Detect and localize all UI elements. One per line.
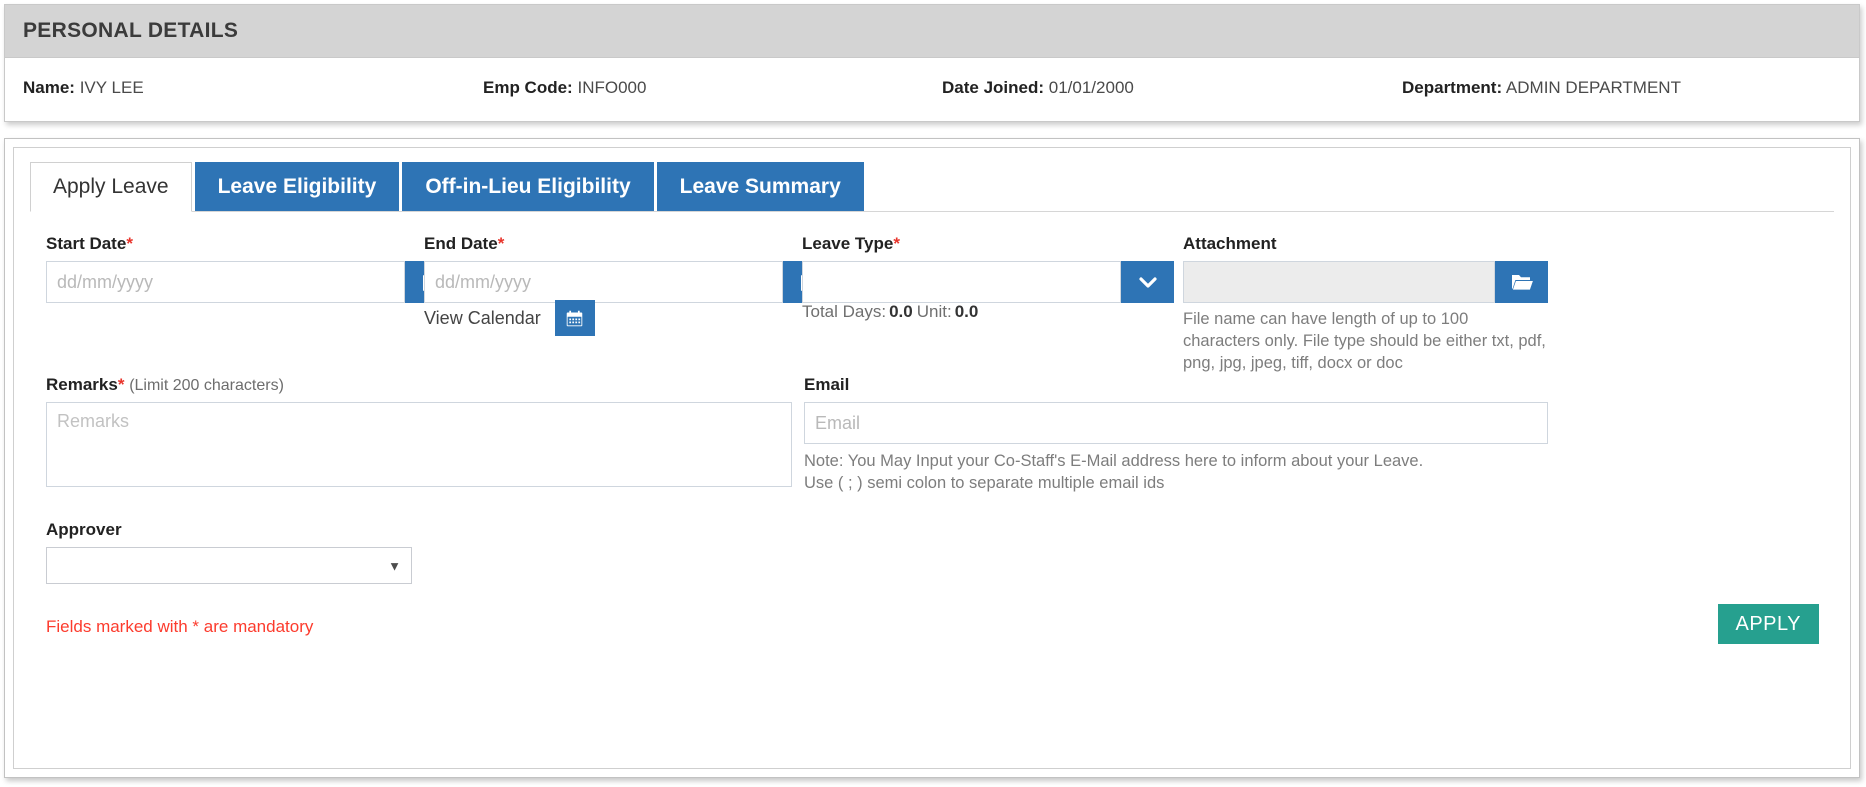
- total-days-label: Total Days:: [802, 302, 887, 321]
- calendar-icon: [565, 309, 584, 328]
- attachment-input-group: [1183, 261, 1548, 303]
- start-date-input[interactable]: [46, 261, 405, 303]
- personal-detail-emp-code-label: Emp Code:: [483, 78, 573, 97]
- unit-label: Unit:: [916, 302, 952, 321]
- end-date-input[interactable]: [424, 261, 783, 303]
- total-days-value: 0.0: [889, 302, 913, 321]
- email-field-group: Email Note: You May Input your Co-Staff'…: [804, 375, 1548, 495]
- personal-detail-department-label: Department:: [1402, 78, 1503, 97]
- tab-bar: Apply Leave Leave Eligibility Off-in-Lie…: [30, 162, 867, 212]
- attachment-browse-button[interactable]: [1495, 261, 1548, 303]
- approver-field-group: Approver ▼: [46, 520, 412, 584]
- leave-tab-panel: Apply Leave Leave Eligibility Off-in-Lie…: [4, 138, 1860, 778]
- start-date-label-text: Start Date: [46, 234, 127, 253]
- personal-detail-name-label: Name:: [23, 78, 75, 97]
- remarks-label: Remarks* (Limit 200 characters): [46, 375, 792, 395]
- apply-leave-form: Start Date* dd/mm/yyyy End Date* dd/mm/y…: [14, 212, 1850, 768]
- personal-details-body: Name: IVY LEE Emp Code: INFO000 Date Joi…: [5, 58, 1859, 121]
- remarks-label-text: Remarks: [46, 375, 118, 394]
- chevron-down-icon: [1136, 270, 1160, 294]
- personal-detail-date-joined-label: Date Joined:: [942, 78, 1045, 97]
- leave-type-label-text: Leave Type: [802, 234, 894, 253]
- caret-down-icon: ▼: [388, 558, 401, 573]
- remarks-field-group: Remarks* (Limit 200 characters): [46, 375, 792, 492]
- email-note: Note: You May Input your Co-Staff's E-Ma…: [804, 450, 1548, 495]
- email-label: Email: [804, 375, 850, 394]
- start-date-field-group: Start Date*: [46, 234, 458, 303]
- leave-type-dropdown-button[interactable]: [1121, 261, 1174, 303]
- leave-type-required-marker: *: [893, 234, 900, 253]
- email-input[interactable]: [804, 402, 1548, 444]
- personal-detail-emp-code: Emp Code: INFO000: [483, 78, 646, 98]
- email-note-line-2: Use ( ; ) semi colon to separate multipl…: [804, 474, 1165, 493]
- remarks-limit-note: (Limit 200 characters): [129, 377, 284, 394]
- personal-detail-department-value: ADMIN DEPARTMENT: [1505, 78, 1681, 97]
- start-date-required-marker: *: [126, 234, 133, 253]
- leave-type-field-group: Leave Type*: [802, 234, 1174, 303]
- attachment-label: Attachment: [1183, 234, 1277, 253]
- personal-detail-name: Name: IVY LEE: [23, 78, 144, 98]
- unit-value: 0.0: [954, 302, 979, 321]
- totals-row: Total Days: 0.0 Unit: 0.0: [802, 302, 982, 322]
- personal-details-panel: PERSONAL DETAILS Name: IVY LEE Emp Code:…: [4, 4, 1860, 122]
- personal-details-header: PERSONAL DETAILS: [5, 5, 1859, 58]
- remarks-textarea[interactable]: [46, 402, 792, 487]
- apply-button[interactable]: APPLY: [1717, 604, 1819, 644]
- tab-off-in-lieu-eligibility[interactable]: Off-in-Lieu Eligibility: [402, 162, 654, 212]
- personal-detail-name-value: IVY LEE: [79, 78, 144, 97]
- start-date-input-group: [46, 261, 458, 303]
- leave-type-label: Leave Type*: [802, 234, 1174, 254]
- tab-leave-summary-label: Leave Summary: [679, 175, 841, 198]
- approver-label: Approver: [46, 520, 122, 539]
- page-title: PERSONAL DETAILS: [23, 19, 239, 42]
- leave-tab-panel-inner: Apply Leave Leave Eligibility Off-in-Lie…: [13, 147, 1851, 769]
- attachment-help-text: File name can have length of up to 100 c…: [1183, 310, 1546, 372]
- view-calendar-label: View Calendar: [424, 307, 541, 328]
- end-date-field-group: End Date*: [424, 234, 836, 303]
- approver-select[interactable]: ▼: [46, 547, 412, 584]
- end-date-input-group: [424, 261, 836, 303]
- attachment-input[interactable]: [1183, 261, 1495, 303]
- mandatory-fields-note: Fields marked with * are mandatory: [46, 617, 314, 636]
- tabs-underline: [30, 211, 1834, 212]
- personal-detail-department: Department: ADMIN DEPARTMENT: [1402, 78, 1681, 98]
- personal-detail-emp-code-value: INFO000: [577, 78, 647, 97]
- tab-leave-summary[interactable]: Leave Summary: [656, 162, 864, 212]
- attachment-field-group: Attachment File name can have length of …: [1183, 234, 1548, 375]
- leave-type-input-group: [802, 261, 1174, 303]
- view-calendar-group: View Calendar: [424, 300, 595, 336]
- email-note-line-1: Note: You May Input your Co-Staff's E-Ma…: [804, 452, 1424, 470]
- tab-off-in-lieu-eligibility-label: Off-in-Lieu Eligibility: [425, 175, 631, 198]
- tab-leave-eligibility[interactable]: Leave Eligibility: [194, 162, 400, 212]
- folder-open-icon: [1510, 271, 1534, 293]
- personal-detail-date-joined-value: 01/01/2000: [1048, 78, 1134, 97]
- end-date-label: End Date*: [424, 234, 836, 254]
- remarks-required-marker: *: [117, 375, 125, 394]
- view-calendar-button[interactable]: [554, 300, 595, 336]
- leave-type-input[interactable]: [802, 261, 1121, 303]
- personal-detail-date-joined: Date Joined: 01/01/2000: [942, 78, 1134, 98]
- tab-apply-leave-label: Apply Leave: [53, 175, 169, 198]
- tab-leave-eligibility-label: Leave Eligibility: [217, 175, 377, 198]
- tab-apply-leave[interactable]: Apply Leave: [30, 162, 192, 212]
- start-date-label: Start Date*: [46, 234, 458, 254]
- end-date-label-text: End Date: [424, 234, 498, 253]
- end-date-required-marker: *: [497, 234, 505, 253]
